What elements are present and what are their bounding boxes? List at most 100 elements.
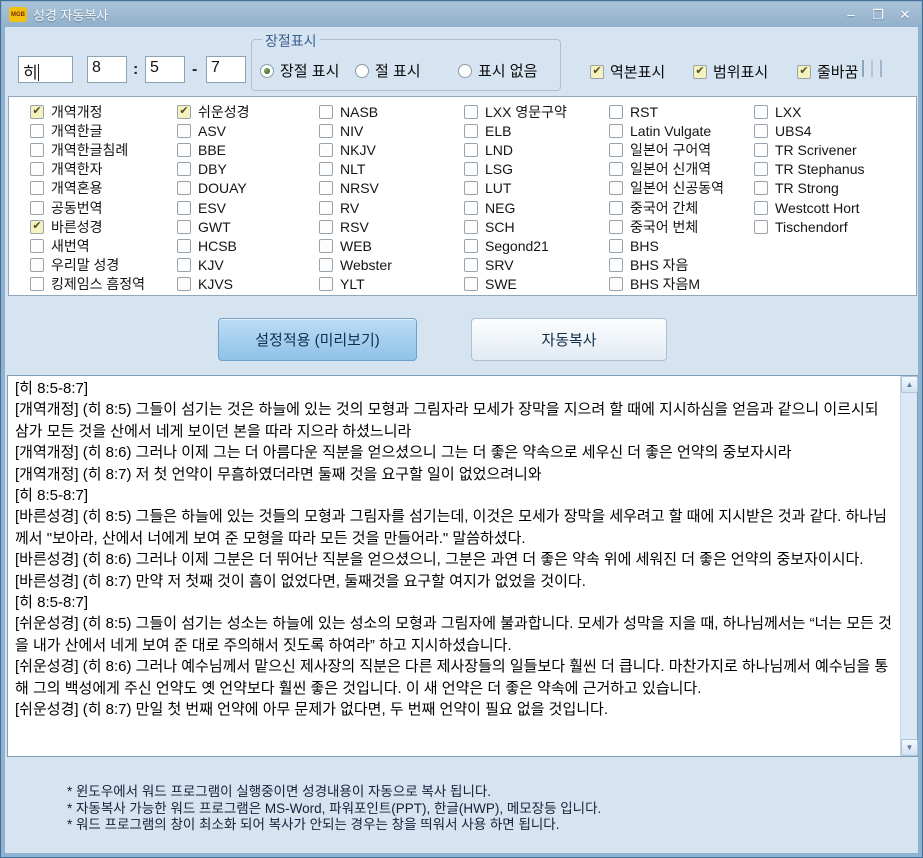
checkbox-icon [319,239,333,253]
version-checkbox-item[interactable]: DBY [177,160,250,179]
checkbox-icon [319,105,333,119]
version-checkbox-item[interactable]: BHS 자음M [609,275,724,294]
version-checkbox-item[interactable]: NRSV [319,179,392,198]
checkbox-icon: ✔ [797,65,811,79]
version-checkbox-item[interactable]: KJV [177,256,250,275]
version-checkbox-item[interactable]: 일본어 구어역 [609,140,724,159]
version-checkbox-item[interactable]: Tischendorf [754,217,865,236]
version-checkbox-item[interactable]: LXX 영문구약 [464,102,567,121]
version-checkbox-item[interactable]: DOUAY [177,179,250,198]
version-checkbox-item[interactable]: 개역한글 [30,121,145,140]
version-checkbox-item[interactable]: BBE [177,140,250,159]
close-button[interactable]: ✕ [897,7,913,23]
version-checkbox-item[interactable]: 중국어 간체 [609,198,724,217]
version-checkbox-item[interactable]: 개역한글침례 [30,140,145,159]
version-checkbox-item[interactable]: BHS 자음 [609,256,724,275]
version-checkbox-item[interactable]: 일본어 신공동역 [609,179,724,198]
minimize-button[interactable]: – [843,7,859,22]
version-checkbox-item[interactable]: GWT [177,217,250,236]
version-label: 중국어 간체 [630,198,698,218]
version-checkbox-item[interactable]: 우리말 성경 [30,256,145,275]
version-checkbox-item[interactable]: SRV [464,256,567,275]
toggle-1[interactable]: ✔역본표시 [590,61,665,82]
version-checkbox-item[interactable]: NIV [319,121,392,140]
version-label: LSG [485,161,513,177]
version-checkbox-item[interactable]: TR Scrivener [754,140,865,159]
scroll-up-icon[interactable]: ▲ [901,376,918,393]
version-checkbox-item[interactable]: TR Stephanus [754,160,865,179]
version-label: LUT [485,180,511,196]
version-checkbox-item[interactable]: LUT [464,179,567,198]
version-checkbox-item[interactable]: Segond21 [464,236,567,255]
version-checkbox-item[interactable]: YLT [319,275,392,294]
version-checkbox-item[interactable]: Latin Vulgate [609,121,724,140]
version-checkbox-item[interactable]: 개역한자 [30,160,145,179]
verse-start-input[interactable]: 5 [145,56,185,83]
window-title: 성경 자동복사 [33,5,108,24]
version-checkbox-item[interactable]: LSG [464,160,567,179]
version-label: ESV [198,200,226,216]
radio-option[interactable]: 절 표시 [355,60,458,81]
version-label: RSV [340,219,369,235]
checkbox-icon [30,239,44,253]
version-checkbox-item[interactable]: WEB [319,236,392,255]
version-label: 우리말 성경 [51,255,119,275]
scroll-down-icon[interactable]: ▼ [901,739,918,756]
maximize-button[interactable]: ❐ [870,7,886,23]
version-checkbox-item[interactable]: ✔개역개정 [30,102,145,121]
checkbox-icon [754,220,768,234]
version-label: SRV [485,257,514,273]
radio-option[interactable]: 장절 표시 [260,60,355,81]
version-checkbox-item[interactable]: KJVS [177,275,250,294]
version-checkbox-item[interactable]: ✔바른성경 [30,217,145,236]
version-label: GWT [198,219,231,235]
version-checkbox-item[interactable]: NLT [319,160,392,179]
versions-panel: ✔개역개정개역한글개역한글침례개역한자개역혼용공동번역✔바른성경새번역우리말 성… [8,96,917,296]
version-checkbox-item[interactable]: Westcott Hort [754,198,865,217]
output-text[interactable]: [히 8:5-8:7] [개역개정] (히 8:5) 그들이 섬기는 것은 하늘… [8,376,900,756]
window-controls: – ❐ ✕ [843,2,913,27]
version-checkbox-item[interactable]: ✔쉬운성경 [177,102,250,121]
version-checkbox-item[interactable]: NEG [464,198,567,217]
version-checkbox-item[interactable]: 일본어 신개역 [609,160,724,179]
version-checkbox-item[interactable]: ESV [177,198,250,217]
version-checkbox-item[interactable]: Webster [319,256,392,275]
text-caret [38,64,39,81]
version-checkbox-item[interactable]: LXX [754,102,865,121]
chapter-input[interactable]: 8 [87,56,127,83]
version-checkbox-item[interactable]: HCSB [177,236,250,255]
version-checkbox-item[interactable]: RST [609,102,724,121]
version-checkbox-item[interactable]: BHS [609,236,724,255]
radio-label: 장절 표시 [280,60,339,81]
verse-end-input[interactable]: 7 [206,56,246,83]
version-checkbox-item[interactable]: NASB [319,102,392,121]
version-checkbox-item[interactable]: SCH [464,217,567,236]
toggle-3[interactable]: ✔줄바꿈 [797,61,858,82]
version-checkbox-item[interactable]: 새번역 [30,236,145,255]
version-checkbox-item[interactable]: RV [319,198,392,217]
output-scrollbar[interactable]: ▲ ▼ [900,376,917,756]
apply-preview-button[interactable]: 설정적용 (미리보기) [218,318,417,361]
version-checkbox-item[interactable]: TR Strong [754,179,865,198]
version-checkbox-item[interactable]: ASV [177,121,250,140]
version-checkbox-item[interactable]: RSV [319,217,392,236]
version-label: Latin Vulgate [630,123,711,139]
checkbox-icon [319,143,333,157]
dash-separator: - [192,61,197,79]
version-label: LND [485,142,513,158]
version-checkbox-item[interactable]: LND [464,140,567,159]
autocopy-button[interactable]: 자동복사 [471,318,667,361]
book-input[interactable]: 히 [18,56,73,83]
version-label: ASV [198,123,226,139]
version-checkbox-item[interactable]: UBS4 [754,121,865,140]
version-checkbox-item[interactable]: SWE [464,275,567,294]
version-checkbox-item[interactable]: ELB [464,121,567,140]
version-checkbox-item[interactable]: 킹제임스 흠정역 [30,275,145,294]
version-checkbox-item[interactable]: NKJV [319,140,392,159]
toggle-2[interactable]: ✔범위표시 [693,61,768,82]
version-checkbox-item[interactable]: 개역혼용 [30,179,145,198]
checkbox-icon [464,258,478,272]
version-checkbox-item[interactable]: 중국어 번체 [609,217,724,236]
version-checkbox-item[interactable]: 공동번역 [30,198,145,217]
radio-option[interactable]: 표시 없음 [458,60,537,81]
